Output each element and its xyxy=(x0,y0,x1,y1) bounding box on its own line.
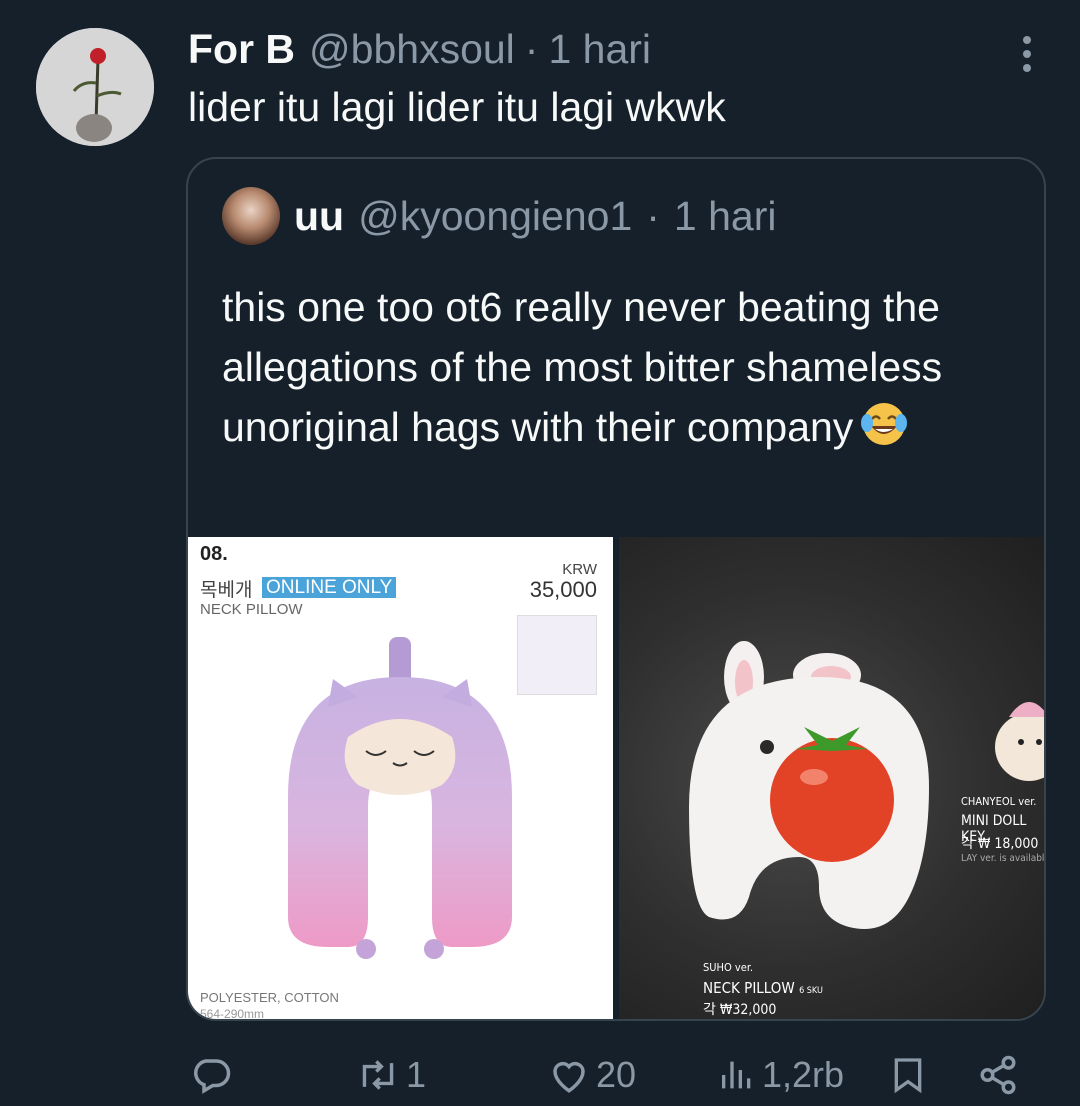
quoted-media: 08. 목베개 ONLINE ONLY NECK PILLOW KRW 35,0… xyxy=(188,537,1044,1019)
quoted-author-avatar xyxy=(222,187,280,245)
separator-dot: · xyxy=(524,26,539,72)
separator-dot: · xyxy=(646,192,660,239)
purple-cat-pillow-illustration xyxy=(288,637,512,959)
like-count: 20 xyxy=(596,1054,637,1095)
availability-note: LAY ver. is available f xyxy=(961,853,1044,864)
chanyeol-version-label: CHANYEOL ver. xyxy=(961,795,1037,808)
author-display-name[interactable]: For B xyxy=(188,26,295,73)
tweet-header: For B @bbhxsoul · 1 hari xyxy=(188,26,990,73)
quoted-tweet-text: this one too ot6 really never beating th… xyxy=(222,277,1012,457)
suho-version-label: SUHO ver. xyxy=(703,961,754,974)
views-count: 1,2rb xyxy=(762,1054,845,1095)
like-button[interactable]: 20 xyxy=(548,1054,636,1096)
reply-icon xyxy=(194,1059,231,1094)
tweet-action-bar: 1 20 1,2rb xyxy=(0,1044,1080,1104)
views-chart-icon xyxy=(722,1061,751,1089)
retweet-icon xyxy=(362,1060,394,1090)
quoted-tweet-header: uu @kyoongieno1 · 1 hari xyxy=(222,187,776,245)
face-with-tears-of-joy-icon xyxy=(861,403,908,445)
quoted-tweet-body: this one too ot6 really never beating th… xyxy=(222,284,943,450)
neck-pillow-sku: 6 SKU xyxy=(799,986,823,996)
neck-pillow-label: NECK PILLOW 6 SKU xyxy=(703,979,823,997)
bookmark-button[interactable] xyxy=(888,1054,928,1096)
tweet-text: lider itu lagi lider itu lagi wkwk xyxy=(188,84,726,130)
product-material: POLYESTER, COTTON xyxy=(200,990,339,1005)
retweet-button[interactable]: 1 xyxy=(356,1054,426,1096)
neck-pillow-name: NECK PILLOW xyxy=(703,979,795,997)
quoted-author-display-name: uu xyxy=(294,192,345,239)
rose-avatar-image xyxy=(36,28,154,146)
reply-button[interactable] xyxy=(190,1054,238,1096)
more-options-button[interactable] xyxy=(1014,34,1040,74)
neck-pillow-price: 각 ₩32,000 xyxy=(703,1002,777,1018)
heart-icon xyxy=(553,1061,585,1093)
retweet-count: 1 xyxy=(406,1054,427,1095)
views-button[interactable]: 1,2rb xyxy=(718,1054,844,1096)
product-size: 564-290mm xyxy=(200,1007,265,1019)
mini-doll-price: 각 ₩ 18,000 xyxy=(961,836,1039,852)
more-vertical-icon xyxy=(1023,36,1031,72)
white-bunny-pillow-illustration xyxy=(689,641,1044,929)
author-avatar[interactable] xyxy=(36,28,154,146)
tweet-time[interactable]: 1 hari xyxy=(548,26,651,73)
media-image-neck-pillow-purple[interactable]: 08. 목베개 ONLINE ONLY NECK PILLOW KRW 35,0… xyxy=(188,537,613,1019)
quoted-tweet-time: 1 hari xyxy=(673,192,777,239)
author-handle[interactable]: @bbhxsoul xyxy=(309,26,515,73)
share-button[interactable] xyxy=(976,1054,1020,1096)
media-image-neck-pillow-white[interactable]: CHANYEOL ver. MINI DOLL KEY 각 ₩ 18,000 L… xyxy=(619,537,1044,1019)
quoted-tweet-card[interactable]: uu @kyoongieno1 · 1 hari this one too ot… xyxy=(186,157,1046,1021)
quoted-author-handle: @kyoongieno1 xyxy=(358,192,633,239)
share-icon xyxy=(980,1055,1016,1095)
bookmark-icon xyxy=(894,1058,922,1094)
